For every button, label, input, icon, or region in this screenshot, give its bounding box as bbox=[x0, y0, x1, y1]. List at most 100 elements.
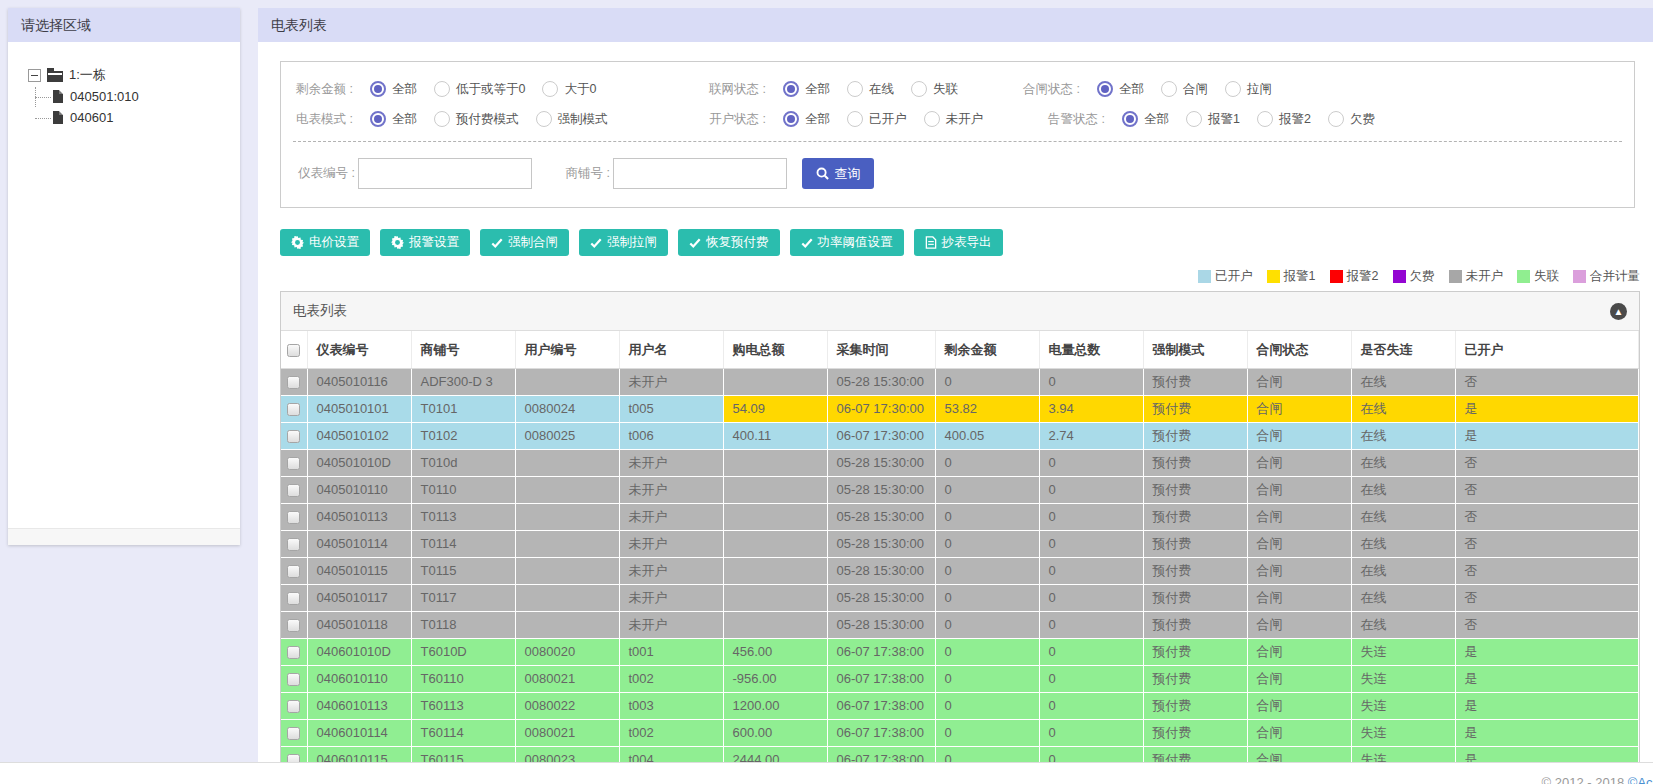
table-cell: 合闸 bbox=[1247, 747, 1351, 763]
radio-option[interactable]: 全部 bbox=[1122, 111, 1169, 128]
radio-icon[interactable] bbox=[542, 81, 558, 97]
radio-icon[interactable] bbox=[1225, 81, 1241, 97]
radio-icon[interactable] bbox=[434, 81, 450, 97]
row-checkbox[interactable] bbox=[287, 538, 300, 551]
tree-child-label[interactable]: 040501:010 bbox=[70, 89, 139, 104]
radio-icon[interactable] bbox=[1122, 111, 1138, 127]
radio-option[interactable]: 全部 bbox=[783, 81, 830, 98]
action-button[interactable]: 恢复预付费 bbox=[678, 229, 780, 256]
row-checkbox[interactable] bbox=[287, 376, 300, 389]
table-cell: 05-28 15:30:00 bbox=[827, 477, 935, 504]
radio-option[interactable]: 预付费模式 bbox=[434, 111, 519, 128]
table-row: 0406010113T601130080022t0031200.0006-07 … bbox=[281, 693, 1639, 720]
radio-option[interactable]: 全部 bbox=[370, 111, 417, 128]
radio-icon[interactable] bbox=[1097, 81, 1113, 97]
table-cell: T60115 bbox=[411, 747, 515, 763]
table-cell bbox=[515, 558, 619, 585]
radio-icon[interactable] bbox=[783, 81, 799, 97]
radio-icon[interactable] bbox=[783, 111, 799, 127]
radio-option[interactable]: 强制模式 bbox=[536, 111, 608, 128]
meter-no-input[interactable] bbox=[358, 158, 532, 189]
radio-icon[interactable] bbox=[434, 111, 450, 127]
action-button[interactable]: 功率阈值设置 bbox=[790, 229, 904, 256]
row-checkbox[interactable] bbox=[287, 754, 300, 762]
tree-root-label[interactable]: 1:一栋 bbox=[69, 66, 106, 84]
action-button[interactable]: 强制拉闸 bbox=[579, 229, 668, 256]
table-row: 0405010118T0118未开户05-28 15:30:0000预付费合闸在… bbox=[281, 612, 1639, 639]
radio-option[interactable]: 全部 bbox=[1097, 81, 1144, 98]
row-checkbox[interactable] bbox=[287, 430, 300, 443]
radio-icon[interactable] bbox=[1161, 81, 1177, 97]
radio-option[interactable]: 低于或等于0 bbox=[434, 81, 525, 98]
radio-icon[interactable] bbox=[370, 81, 386, 97]
search-button[interactable]: 查询 bbox=[802, 158, 874, 189]
radio-option[interactable]: 全部 bbox=[370, 81, 417, 98]
radio-option[interactable]: 拉闸 bbox=[1225, 81, 1272, 98]
row-checkbox[interactable] bbox=[287, 673, 300, 686]
tree-collapse-icon[interactable] bbox=[28, 69, 41, 82]
select-all-checkbox[interactable] bbox=[287, 344, 300, 357]
action-button[interactable]: 电价设置 bbox=[280, 229, 370, 256]
shop-no-input[interactable] bbox=[613, 158, 787, 189]
main-body: 剩余金额 :全部低于或等于0大于0联网状态 :全部在线失联合闸状态 :全部合闸拉… bbox=[258, 61, 1653, 762]
radio-option[interactable]: 合闸 bbox=[1161, 81, 1208, 98]
tree-child-label[interactable]: 040601 bbox=[70, 110, 113, 125]
row-checkbox[interactable] bbox=[287, 727, 300, 740]
radio-option[interactable]: 失联 bbox=[911, 81, 958, 98]
legend-label: 已开户 bbox=[1215, 268, 1253, 285]
table-cell: 0405010110 bbox=[307, 477, 411, 504]
radio-label: 预付费模式 bbox=[456, 111, 519, 128]
radio-icon[interactable] bbox=[847, 81, 863, 97]
filter-group: 开户状态 :全部已开户未开户 bbox=[704, 111, 983, 128]
radio-option[interactable]: 未开户 bbox=[924, 111, 984, 128]
radio-icon[interactable] bbox=[1186, 111, 1202, 127]
tree-child-node[interactable]: 040501:010 bbox=[45, 89, 240, 104]
collapse-panel-icon[interactable]: ▲ bbox=[1610, 303, 1627, 320]
table-cell: 0 bbox=[935, 612, 1039, 639]
table-cell: 0 bbox=[935, 693, 1039, 720]
meter-panel-title: 电表列表 bbox=[258, 8, 1653, 42]
row-checkbox[interactable] bbox=[287, 700, 300, 713]
radio-icon[interactable] bbox=[924, 111, 940, 127]
radio-icon[interactable] bbox=[847, 111, 863, 127]
radio-option[interactable]: 报警1 bbox=[1186, 111, 1240, 128]
tree-root-node[interactable]: 1:一栋 bbox=[28, 66, 240, 84]
radio-icon[interactable] bbox=[911, 81, 927, 97]
radio-icon[interactable] bbox=[536, 111, 552, 127]
action-button[interactable]: 抄表导出 bbox=[914, 229, 1003, 256]
table-cell: 未开户 bbox=[619, 504, 723, 531]
filter-group: 告警状态 :全部报警1报警2欠费 bbox=[1043, 111, 1375, 128]
file-icon bbox=[53, 90, 63, 103]
radio-option[interactable]: 全部 bbox=[783, 111, 830, 128]
radio-icon[interactable] bbox=[1257, 111, 1273, 127]
filter-box: 剩余金额 :全部低于或等于0大于0联网状态 :全部在线失联合闸状态 :全部合闸拉… bbox=[280, 61, 1635, 208]
row-checkbox[interactable] bbox=[287, 511, 300, 524]
radio-option[interactable]: 报警2 bbox=[1257, 111, 1311, 128]
radio-icon[interactable] bbox=[1328, 111, 1344, 127]
action-button[interactable]: 强制合闸 bbox=[480, 229, 569, 256]
radio-label: 已开户 bbox=[869, 111, 907, 128]
check-icon bbox=[801, 237, 813, 249]
table-row: 0405010115T0115未开户05-28 15:30:0000预付费合闸在… bbox=[281, 558, 1639, 585]
column-header: 合闸状态 bbox=[1247, 331, 1351, 369]
brand-link[interactable]: ©Acrel bbox=[1628, 775, 1653, 784]
row-checkbox[interactable] bbox=[287, 403, 300, 416]
radio-option[interactable]: 已开户 bbox=[847, 111, 907, 128]
radio-option[interactable]: 大于0 bbox=[542, 81, 596, 98]
row-checkbox[interactable] bbox=[287, 592, 300, 605]
action-button[interactable]: 报警设置 bbox=[380, 229, 470, 256]
legend-item: 报警2 bbox=[1330, 268, 1379, 285]
radio-icon[interactable] bbox=[370, 111, 386, 127]
row-checkbox[interactable] bbox=[287, 457, 300, 470]
row-checkbox[interactable] bbox=[287, 484, 300, 497]
table-cell: 1200.00 bbox=[723, 693, 827, 720]
row-checkbox[interactable] bbox=[287, 565, 300, 578]
table-cell: 预付费 bbox=[1143, 396, 1247, 423]
region-panel: 请选择区域 1:一栋 040501:010040601 bbox=[8, 8, 240, 545]
radio-option[interactable]: 在线 bbox=[847, 81, 894, 98]
radio-label: 全部 bbox=[392, 111, 417, 128]
row-checkbox[interactable] bbox=[287, 619, 300, 632]
tree-child-node[interactable]: 040601 bbox=[45, 110, 240, 125]
radio-option[interactable]: 欠费 bbox=[1328, 111, 1375, 128]
row-checkbox[interactable] bbox=[287, 646, 300, 659]
